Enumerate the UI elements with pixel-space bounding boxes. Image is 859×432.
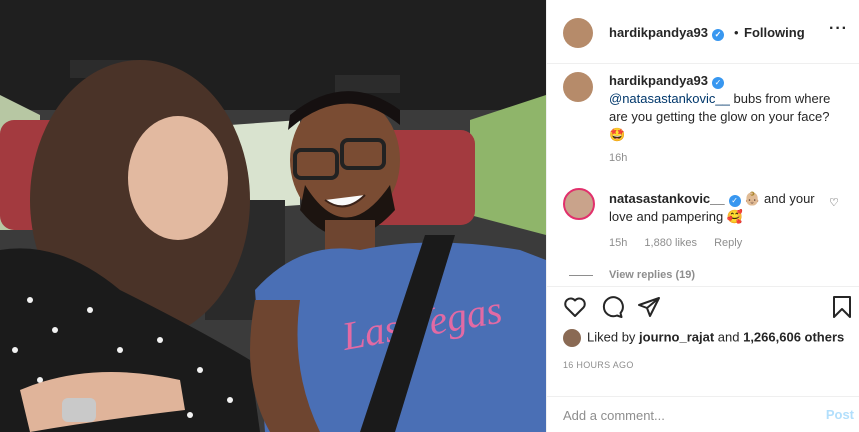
comment-avatar[interactable]: [563, 188, 595, 220]
caption-username[interactable]: hardikpandya93: [609, 73, 708, 88]
caption: hardikpandya93 ✓ @natasastankovic__ bubs …: [609, 72, 843, 144]
post-side-panel: hardikpandya93 ✓ • Following ··· hardikpa…: [546, 0, 859, 432]
reply-button[interactable]: Reply: [714, 237, 742, 249]
bookmark-icon[interactable]: [830, 295, 854, 319]
caption-time[interactable]: 16h: [609, 152, 627, 164]
comment-meta: 15h 1,880 likes Reply: [609, 237, 756, 249]
post-button[interactable]: Post: [826, 407, 854, 422]
post-timestamp[interactable]: 16 HOURS AGO: [563, 360, 634, 370]
verified-icon: ✓: [728, 195, 741, 207]
caption-mention[interactable]: @natasastankovic__: [609, 91, 730, 106]
view-replies-button[interactable]: View replies (19): [609, 269, 695, 281]
liker-avatar[interactable]: [563, 329, 581, 347]
share-icon[interactable]: [637, 295, 661, 319]
post-actions: Liked by journo_rajat and 1,266,606 othe…: [547, 286, 859, 396]
heart-icon[interactable]: [563, 295, 587, 319]
liker-username[interactable]: journo_rajat: [639, 329, 714, 344]
comment-like-heart-icon[interactable]: ♡: [829, 196, 839, 209]
comment: natasastankovic__ ✓ 👶🏼 and your love and …: [609, 190, 823, 226]
couple-selfie-image: Las Vegas: [0, 0, 546, 432]
verified-icon: ✓: [712, 77, 724, 89]
following-button[interactable]: Following: [744, 25, 805, 40]
add-comment-input[interactable]: [563, 405, 803, 425]
separator-dot: •: [734, 25, 739, 40]
avatar[interactable]: [563, 18, 593, 48]
comments-section[interactable]: hardikpandya93 ✓ @natasastankovic__ bubs …: [547, 64, 859, 286]
add-comment-bar: Post: [547, 396, 859, 432]
header-username[interactable]: hardikpandya93 ✓: [609, 25, 724, 41]
post-header: hardikpandya93 ✓ • Following ···: [547, 0, 859, 64]
post-photo[interactable]: Las Vegas: [0, 0, 546, 432]
caption-avatar[interactable]: [563, 72, 593, 102]
instagram-post: Las Vegas hardikpandya93 ✓ • Following ··…: [0, 0, 859, 432]
comment-likes[interactable]: 1,880 likes: [644, 237, 697, 249]
comment-time[interactable]: 15h: [609, 237, 627, 249]
more-horizontal-icon[interactable]: ···: [829, 20, 848, 38]
likes-count[interactable]: 1,266,606 others: [743, 329, 844, 344]
comment-icon[interactable]: [600, 295, 624, 319]
comment-username[interactable]: natasastankovic__: [609, 191, 725, 206]
verified-icon: ✓: [712, 29, 724, 41]
liked-by: Liked by journo_rajat and 1,266,606 othe…: [563, 329, 844, 347]
